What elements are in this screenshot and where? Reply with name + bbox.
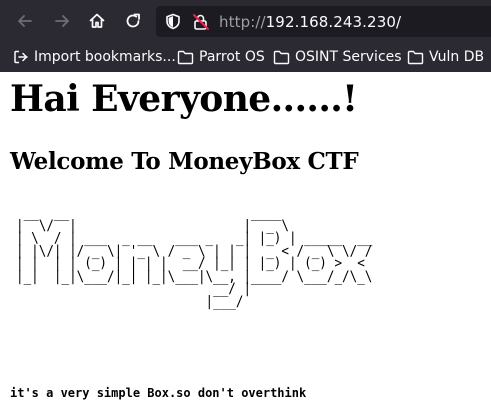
bookmark-label: Parrot OS <box>199 49 265 65</box>
browser-toolbar: http://192.168.243.230/ <box>0 0 491 42</box>
bookmark-folder-parrot-os[interactable]: Parrot OS <box>177 47 265 67</box>
bookmark-label: Vuln DB <box>429 49 485 65</box>
bookmark-label: OSINT Services <box>295 49 402 65</box>
bookmark-label: Import bookmarks... <box>34 49 176 65</box>
bookmarks-toolbar: Import bookmarks... Parrot OS OSINT Serv… <box>0 42 491 72</box>
back-arrow-icon <box>18 15 32 27</box>
forward-button[interactable] <box>50 9 74 33</box>
page-content: Hai Everyone......! Welcome To MoneyBox … <box>0 72 491 415</box>
url-host: 192.168.243.230/ <box>265 13 402 31</box>
folder-icon <box>407 50 424 64</box>
folder-icon <box>273 50 290 64</box>
forward-arrow-icon <box>55 15 69 27</box>
home-button[interactable] <box>85 9 109 33</box>
insecure-lock-icon[interactable] <box>192 13 210 31</box>
moneybox-ascii-art: __ __ ____ | \/ | | _ \ | \ / | ___ _ __… <box>16 203 373 309</box>
hint-text: it's a very simple Box.so don't overthin… <box>10 386 307 400</box>
bookmark-folder-osint-services[interactable]: OSINT Services <box>273 47 402 67</box>
reload-icon <box>126 13 140 28</box>
import-icon <box>14 50 28 64</box>
home-icon <box>89 13 105 28</box>
bookmark-import[interactable]: Import bookmarks... <box>13 47 176 67</box>
url-text[interactable]: http://192.168.243.230/ <box>219 13 401 31</box>
address-bar[interactable]: http://192.168.243.230/ <box>156 6 491 37</box>
page-subheading: Welcome To MoneyBox CTF <box>10 148 359 175</box>
folder-icon <box>177 50 194 64</box>
tracking-protection-shield-icon[interactable] <box>165 13 181 30</box>
bookmark-folder-vuln-db[interactable]: Vuln DB <box>407 47 484 67</box>
page-heading: Hai Everyone......! <box>10 78 358 120</box>
back-button[interactable] <box>13 9 37 33</box>
url-protocol: http:// <box>219 13 266 31</box>
reload-button[interactable] <box>121 9 145 33</box>
